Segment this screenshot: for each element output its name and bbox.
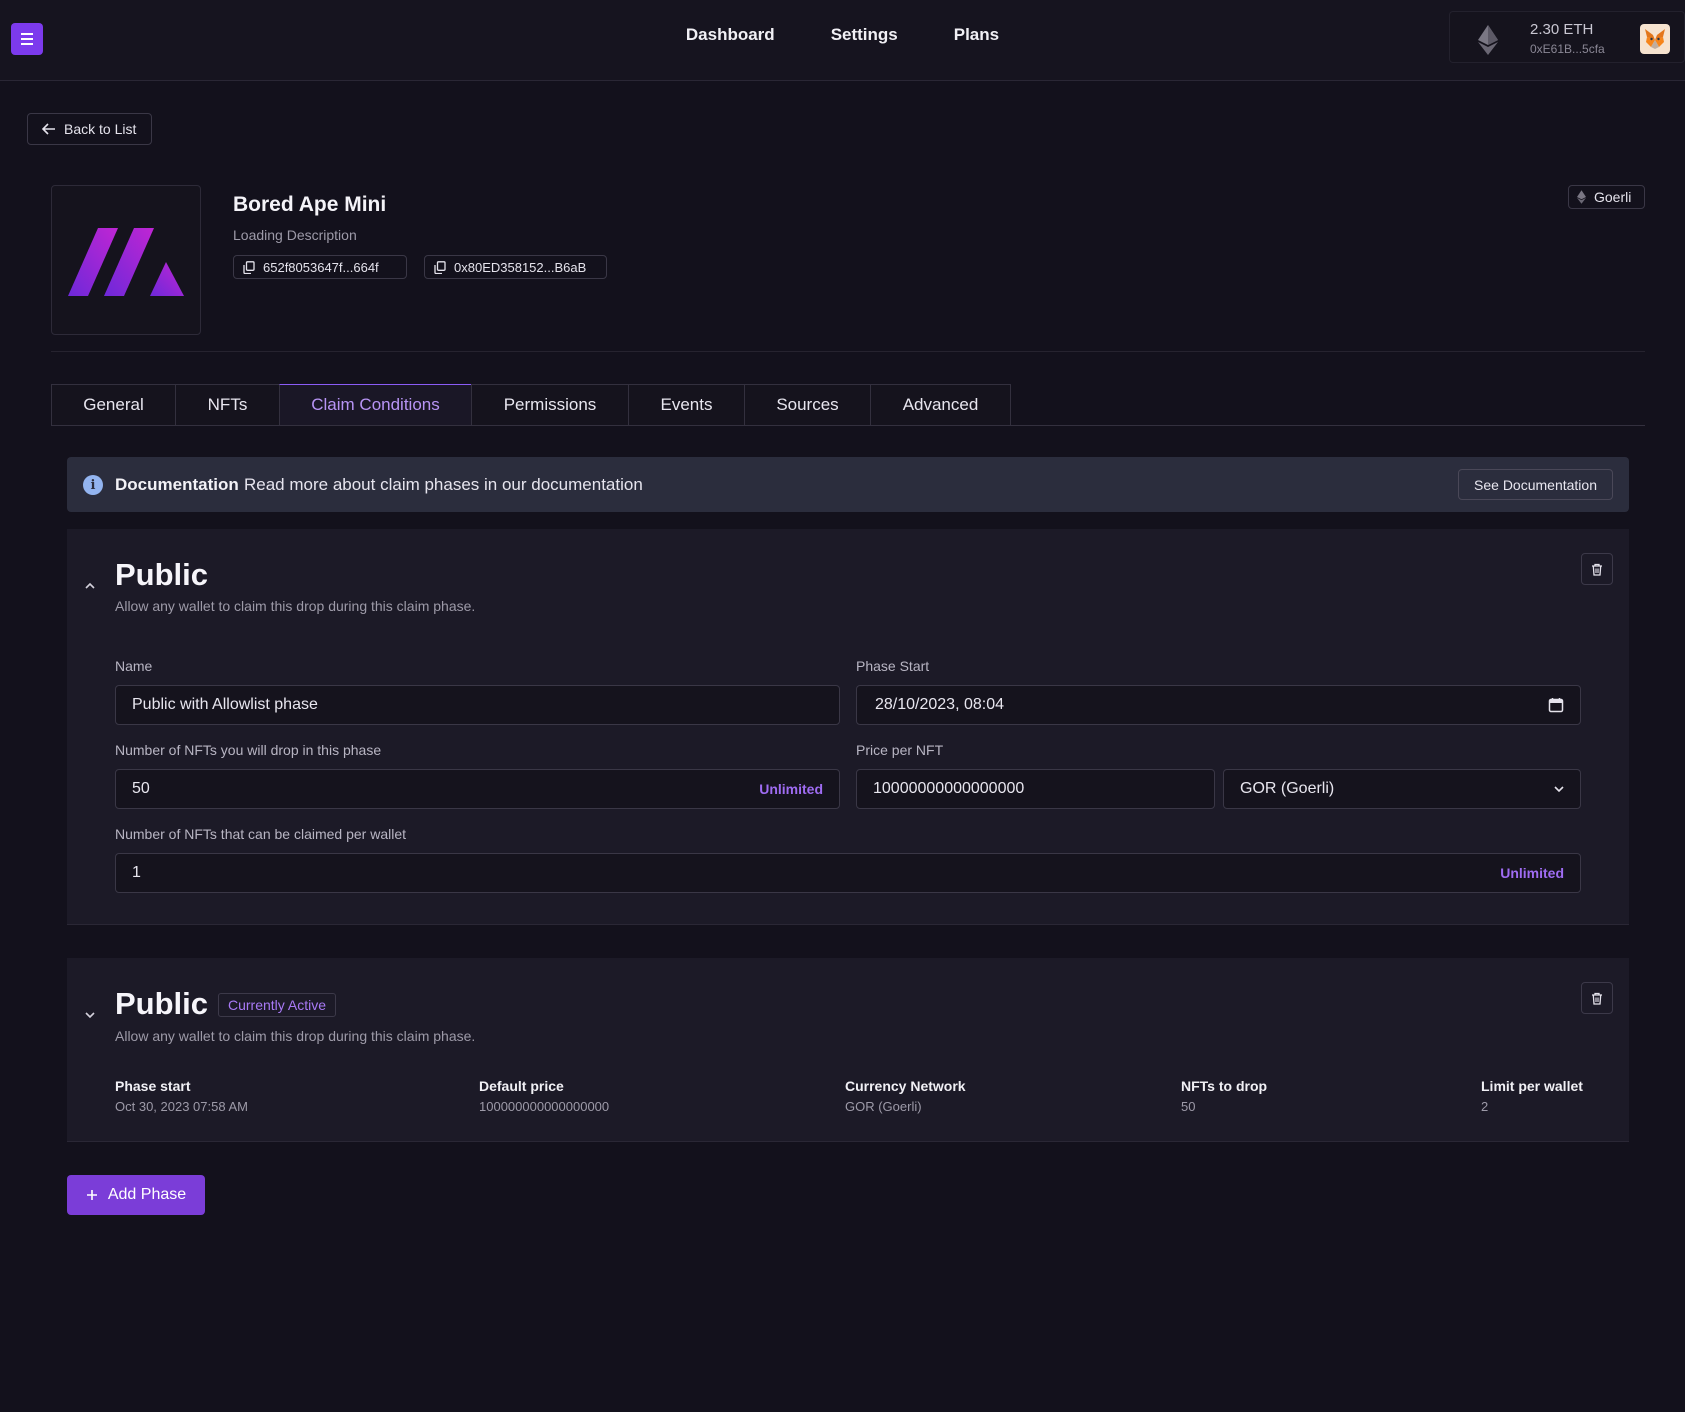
divider — [51, 351, 1645, 352]
stat-nfts-to-drop: NFTs to drop 50 — [1181, 1078, 1267, 1114]
contract-address: 0x80ED358152...B6aB — [454, 259, 587, 275]
contract-id-chip[interactable]: 652f8053647f...664f — [233, 255, 407, 279]
phase-description: Allow any wallet to claim this drop duri… — [115, 598, 476, 614]
stat-value: 50 — [1181, 1099, 1196, 1114]
trash-icon — [1592, 563, 1602, 576]
phase-title: Public — [115, 557, 209, 592]
currency-value: GOR (Goerli) — [1240, 780, 1335, 797]
tab-underline — [51, 425, 1645, 426]
phase-card-expanded: Public Allow any wallet to claim this dr… — [67, 529, 1629, 925]
drop-count-label: Number of NFTs you will drop in this pha… — [115, 742, 382, 758]
chevron-up-icon[interactable] — [83, 579, 97, 593]
stat-value: 2 — [1481, 1099, 1489, 1114]
chevron-down-icon — [1554, 786, 1564, 793]
unlimited-button[interactable]: Unlimited — [759, 781, 823, 797]
delete-phase-button[interactable] — [1581, 982, 1613, 1014]
arrow-left-icon — [42, 123, 55, 135]
stat-phase-start: Phase start Oct 30, 2023 07:58 AM — [115, 1078, 248, 1114]
phase-title: Public — [115, 986, 209, 1021]
doc-title: Documentation — [115, 475, 239, 494]
network-name: Goerli — [1594, 189, 1632, 205]
trash-icon — [1592, 992, 1602, 1005]
stat-value: Oct 30, 2023 07:58 AM — [115, 1099, 248, 1114]
stat-default-price: Default price 100000000000000000 — [479, 1078, 609, 1114]
price-value: 10000000000000000 — [873, 780, 1025, 797]
back-label: Back to List — [64, 121, 137, 137]
metamask-fox-icon — [1640, 24, 1670, 54]
contract-logo-icon — [68, 228, 184, 296]
phase-description: Allow any wallet to claim this drop duri… — [115, 1028, 476, 1044]
tab-nfts[interactable]: NFTs — [175, 384, 280, 426]
per-wallet-label: Number of NFTs that can be claimed per w… — [115, 826, 407, 842]
ethereum-icon — [1478, 25, 1498, 55]
add-phase-label: Add Phase — [107, 1186, 187, 1203]
price-input[interactable]: 10000000000000000 — [856, 769, 1215, 809]
tab-permissions[interactable]: Permissions — [471, 384, 629, 426]
plus-icon — [86, 1190, 97, 1200]
phase-name-value: Public with Allowlist phase — [132, 696, 318, 713]
doc-text: Read more about claim phases in our docu… — [244, 475, 643, 494]
drop-count-input[interactable]: 50 Unlimited — [115, 769, 840, 809]
name-label: Name — [115, 658, 153, 674]
phase-start-value: 28/10/2023, 08:04 — [875, 696, 1005, 713]
stat-value: 100000000000000000 — [479, 1099, 610, 1114]
wallet-widget[interactable]: 2.30 ETH 0xE61B...5cfa — [1449, 11, 1685, 63]
stat-label: NFTs to drop — [1181, 1078, 1268, 1094]
network-badge: Goerli — [1568, 185, 1645, 209]
contract-address-chip[interactable]: 0x80ED358152...B6aB — [424, 255, 607, 279]
ethereum-icon — [1577, 190, 1586, 204]
see-documentation-button[interactable]: See Documentation — [1458, 469, 1613, 500]
tab-bar: General NFTs Claim Conditions Permission… — [51, 384, 1011, 426]
phase-start-input[interactable]: 28/10/2023, 08:04 — [856, 685, 1581, 725]
phase-card-collapsed: Public Currently Active Allow any wallet… — [67, 958, 1629, 1142]
back-to-list-button[interactable]: Back to List — [27, 113, 152, 145]
add-phase-button[interactable]: Add Phase — [67, 1175, 205, 1215]
unlimited-button[interactable]: Unlimited — [1500, 865, 1564, 881]
per-wallet-input[interactable]: 1 Unlimited — [115, 853, 1581, 893]
contract-logo — [51, 185, 201, 335]
status-badge: Currently Active — [218, 993, 337, 1017]
per-wallet-value: 1 — [132, 864, 141, 881]
tab-general[interactable]: General — [51, 384, 176, 426]
wallet-address: 0xE61B...5cfa — [1530, 42, 1605, 56]
contract-id: 652f8053647f...664f — [263, 259, 379, 275]
info-icon: i — [83, 475, 103, 495]
copy-icon — [434, 260, 446, 274]
nav-settings[interactable]: Settings — [831, 25, 898, 45]
tab-events[interactable]: Events — [628, 384, 745, 426]
chevron-down-icon[interactable] — [83, 1008, 97, 1022]
documentation-banner: i Documentation Read more about claim ph… — [67, 457, 1629, 512]
stat-currency-network: Currency Network GOR (Goerli) — [845, 1078, 966, 1114]
copy-icon — [243, 260, 255, 274]
tab-claim-conditions[interactable]: Claim Conditions — [279, 384, 472, 426]
wallet-balance: 2.30 ETH — [1530, 21, 1594, 38]
stat-limit-per-wallet: Limit per wallet 2 — [1481, 1078, 1583, 1114]
contract-title: Bored Ape Mini — [233, 193, 387, 216]
currency-select[interactable]: GOR (Goerli) — [1223, 769, 1581, 809]
stat-label: Currency Network — [845, 1078, 966, 1094]
main-nav: Dashboard Settings Plans — [0, 25, 1685, 45]
drop-count-value: 50 — [132, 780, 150, 797]
nav-dashboard[interactable]: Dashboard — [686, 25, 775, 45]
contract-description: Loading Description — [233, 227, 357, 243]
tab-sources[interactable]: Sources — [744, 384, 871, 426]
nav-plans[interactable]: Plans — [954, 25, 999, 45]
calendar-icon[interactable] — [1548, 697, 1564, 713]
tab-advanced[interactable]: Advanced — [870, 384, 1011, 426]
top-bar: Dashboard Settings Plans 2.30 ETH 0xE61B… — [0, 0, 1685, 81]
phase-name-input[interactable]: Public with Allowlist phase — [115, 685, 840, 725]
stat-label: Phase start — [115, 1078, 191, 1094]
delete-phase-button[interactable] — [1581, 553, 1613, 585]
stat-value: GOR (Goerli) — [845, 1099, 922, 1114]
stat-label: Default price — [479, 1078, 564, 1094]
phase-start-label: Phase Start — [856, 658, 930, 674]
price-label: Price per NFT — [856, 742, 944, 758]
stat-label: Limit per wallet — [1481, 1078, 1583, 1094]
